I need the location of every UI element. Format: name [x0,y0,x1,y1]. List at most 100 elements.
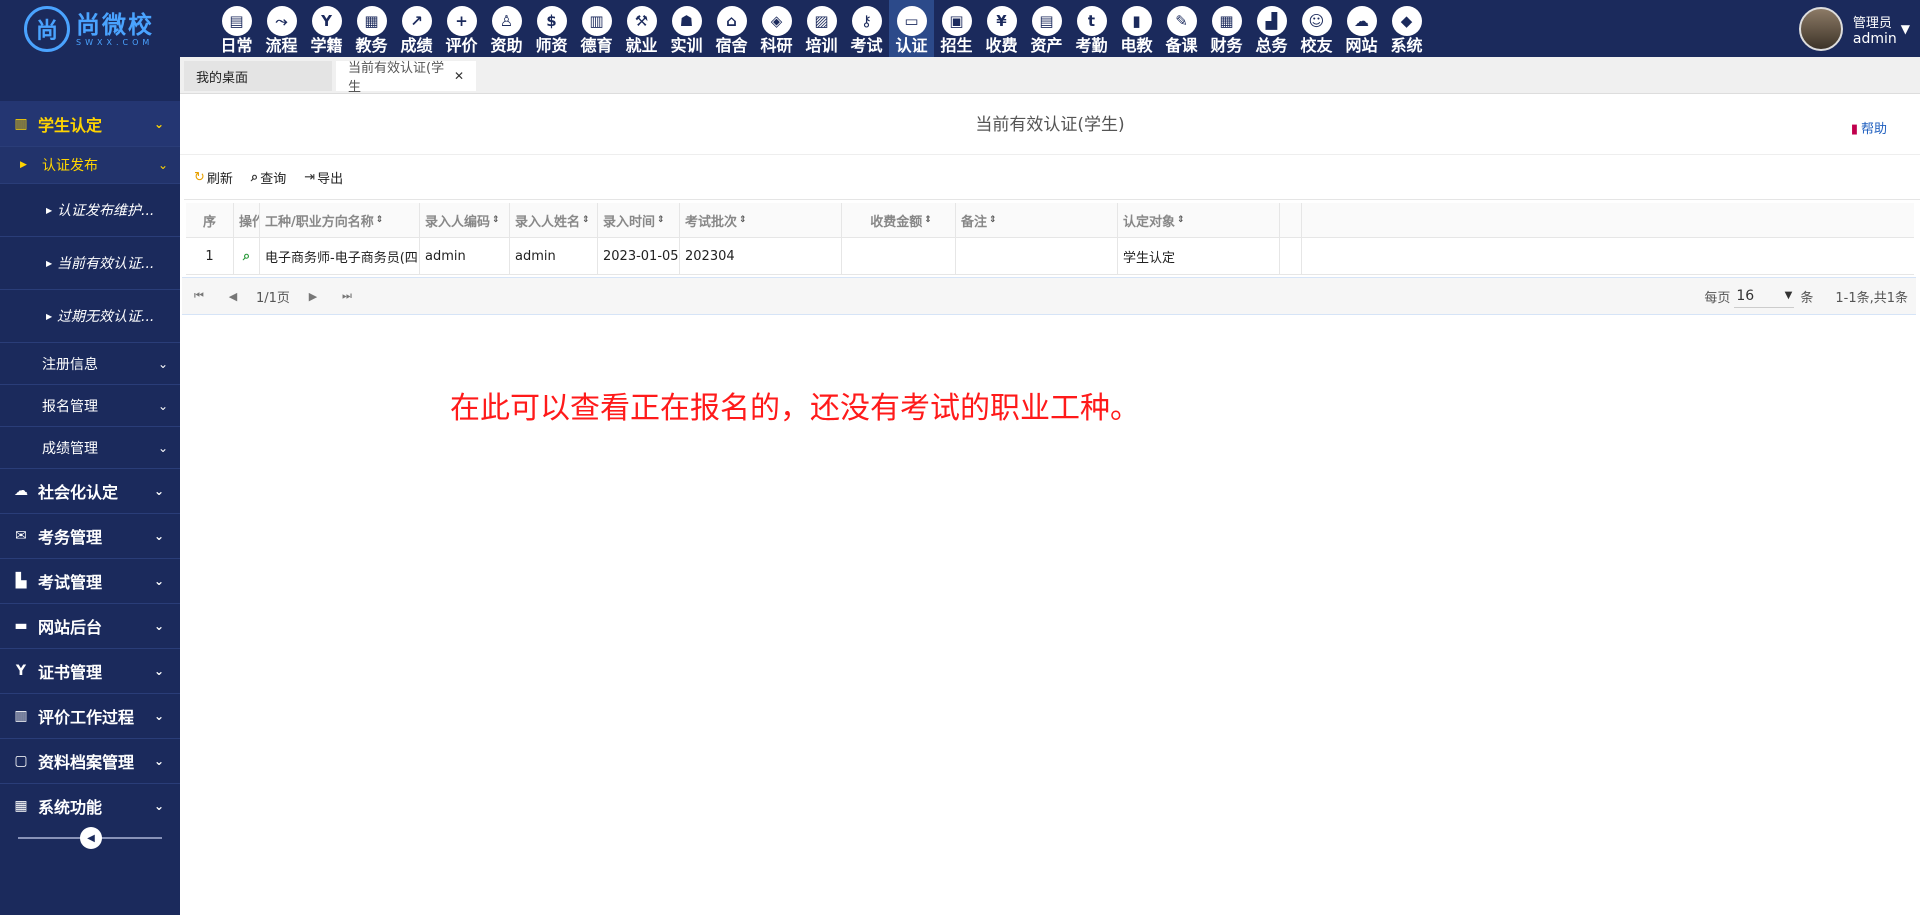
per-page-select[interactable]: 16 ▼ [1734,284,1795,308]
sidebar-group-4[interactable]: Y 证书管理 ⌄ [0,648,180,693]
chevron-down-icon: ⌄ [153,529,164,543]
export-icon: ⇥ [304,170,316,185]
sort-icon[interactable]: ⇕ [657,215,665,225]
nav-item-6[interactable]: ♙ 资助 [484,0,529,57]
nav-item-19[interactable]: t 考勤 [1069,0,1114,57]
column-header[interactable]: 备注 ⇕ [956,203,1118,237]
caret-right-icon: ▶ [46,258,53,268]
grid-icon: ▦ [14,798,28,814]
sidebar-sub-enrollment[interactable]: 报名管理 ⌄ [0,384,180,426]
nav-item-16[interactable]: ▣ 招生 [934,0,979,57]
nav-item-9[interactable]: ⚒ 就业 [619,0,664,57]
graduation-icon: ◈ [761,6,792,36]
moneybag-icon: $ [536,6,567,36]
column-header[interactable]: 考试批次 ⇕ [680,203,842,237]
nav-item-2[interactable]: Y 学籍 [304,0,349,57]
nav-item-11[interactable]: ⌂ 宿舍 [709,0,754,57]
nav-item-23[interactable]: ▟ 总务 [1249,0,1294,57]
nav-item-12[interactable]: ◈ 科研 [754,0,799,57]
logo-mark: 尚 [24,6,70,52]
tab-home[interactable]: 我的桌面 [184,61,332,91]
user-name[interactable]: admin [1853,31,1897,47]
nav-label: 师资 [535,36,568,55]
file-icon: ▙ [15,573,27,589]
nav-item-18[interactable]: ▤ 资产 [1024,0,1069,57]
table-cell-value: admin [515,248,556,264]
nav-item-0[interactable]: ▤ 日常 [214,0,259,57]
sort-icon[interactable]: ⇕ [989,215,997,225]
query-button[interactable]: ⌕ 查询 [251,168,286,187]
sidebar-group-1[interactable]: ✉ 考务管理 ⌄ [0,513,180,558]
nav-label: 考勤 [1075,36,1108,55]
nav-item-22[interactable]: ▦ 财务 [1204,0,1249,57]
column-header[interactable]: 录入人姓名 ⇕ [510,203,598,237]
sidebar-sub-scores[interactable]: 成绩管理 ⌄ [0,426,180,468]
column-header[interactable]: 收费金额 ⇕ [842,203,956,237]
nav-item-26[interactable]: ◆ 系统 [1384,0,1429,57]
sidebar-collapse-slider[interactable]: ◀ [18,827,162,849]
nav-item-17[interactable]: ¥ 收费 [979,0,1024,57]
sidebar-leaf-maintenance[interactable]: ▶ 认证发布维护... [0,183,180,236]
collapse-left-icon[interactable]: ◀ [80,827,102,849]
logo[interactable]: 尚 尚微校 SWXX.COM [24,5,174,53]
sidebar-group-6[interactable]: ▢ 资料档案管理 ⌄ [0,738,180,783]
prev-page-icon[interactable]: ◀ [216,290,250,303]
column-header[interactable]: 录入时间 ⇕ [598,203,680,237]
nav-item-20[interactable]: ▮ 电教 [1114,0,1159,57]
nav-item-3[interactable]: ▦ 教务 [349,0,394,57]
sort-icon[interactable]: ⇕ [924,215,932,225]
chevron-down-icon: ⌄ [157,398,168,413]
nav-item-25[interactable]: ☁ 网站 [1339,0,1384,57]
sort-icon[interactable]: ⇕ [739,215,747,225]
last-page-icon[interactable]: ⏭ [330,289,364,303]
sidebar-leaf-current[interactable]: ▶ 当前有效认证... [0,236,180,289]
caret-down-icon[interactable]: ▼ [1901,22,1910,36]
caret-right-icon: ▶ [20,160,27,170]
grid-header: 序操作工种/职业方向名称⇕录入人编码⇕录入人姓名⇕录入时间⇕考试批次⇕收费金额⇕… [186,203,1914,238]
column-header[interactable]: 工种/职业方向名称 ⇕ [260,203,420,237]
sort-icon[interactable]: ⇕ [1177,215,1185,225]
sidebar-group-7[interactable]: ▦ 系统功能 ⌄ [0,783,180,828]
sidebar-group-3[interactable]: ▬ 网站后台 ⌄ [0,603,180,648]
page-info: 1/1页 [256,290,290,306]
sidebar-group-2[interactable]: ▙ 考试管理 ⌄ [0,558,180,603]
nav-item-13[interactable]: ▨ 培训 [799,0,844,57]
export-button[interactable]: ⇥ 导出 [304,168,343,187]
nav-item-10[interactable]: ☗ 实训 [664,0,709,57]
next-page-icon[interactable]: ▶ [296,290,330,303]
tab-current[interactable]: 当前有效认证(学生 ✕ [336,61,476,95]
certificate-icon: Y [15,663,27,679]
sort-icon[interactable]: ⇕ [376,215,384,225]
column-header[interactable]: 认定对象 ⇕ [1118,203,1280,237]
table-row[interactable]: 1 ⌕ 电子商务师-电子商务员(四 admin admin 2023-01-05 1 202… [186,238,1914,275]
nav-item-24[interactable]: ☺ 校友 [1294,0,1339,57]
column-header[interactable]: 录入人编码 ⇕ [420,203,510,237]
help-link[interactable]: ▮ 帮助 [1851,118,1887,137]
close-icon[interactable]: ✕ [454,69,464,83]
first-page-icon[interactable]: ⏮ [182,289,216,303]
table-cell[interactable]: ⌕ [234,238,260,274]
user-menu[interactable]: 管理员 admin ▼ [1798,7,1910,51]
search-icon[interactable]: ⌕ [243,249,250,264]
refresh-button[interactable]: ↻ 刷新 [194,168,233,187]
column-header-label: 认定对象 [1123,214,1176,230]
sidebar-sub-registration[interactable]: 注册信息 ⌄ [0,342,180,384]
nav-item-15[interactable]: ▭ 认证 [889,0,934,57]
nav-item-7[interactable]: $ 师资 [529,0,574,57]
nav-item-8[interactable]: ▥ 德育 [574,0,619,57]
sidebar-sub-cert-publish[interactable]: ▶ 认证发布 ⌄ [0,146,180,183]
nav-item-5[interactable]: + 评价 [439,0,484,57]
nav-item-14[interactable]: ⚷ 考试 [844,0,889,57]
nav-item-21[interactable]: ✎ 备课 [1159,0,1204,57]
chevron-down-icon: ⌄ [157,356,168,371]
sidebar-group-student-cert[interactable]: ▥ 学生认定 ⌄ [0,101,180,146]
sidebar-leaf-expired[interactable]: ▶ 过期无效认证... [0,289,180,342]
sidebar-group-0[interactable]: ☁ 社会化认定 ⌄ [0,468,180,513]
nav-item-1[interactable]: ⤳ 流程 [259,0,304,57]
square-icon: ▢ [14,753,28,769]
sort-icon[interactable]: ⇕ [582,215,590,225]
sidebar-group-5[interactable]: ▥ 评价工作过程 ⌄ [0,693,180,738]
sort-icon[interactable]: ⇕ [492,215,500,225]
avatar[interactable] [1798,7,1843,51]
nav-item-4[interactable]: ↗ 成绩 [394,0,439,57]
